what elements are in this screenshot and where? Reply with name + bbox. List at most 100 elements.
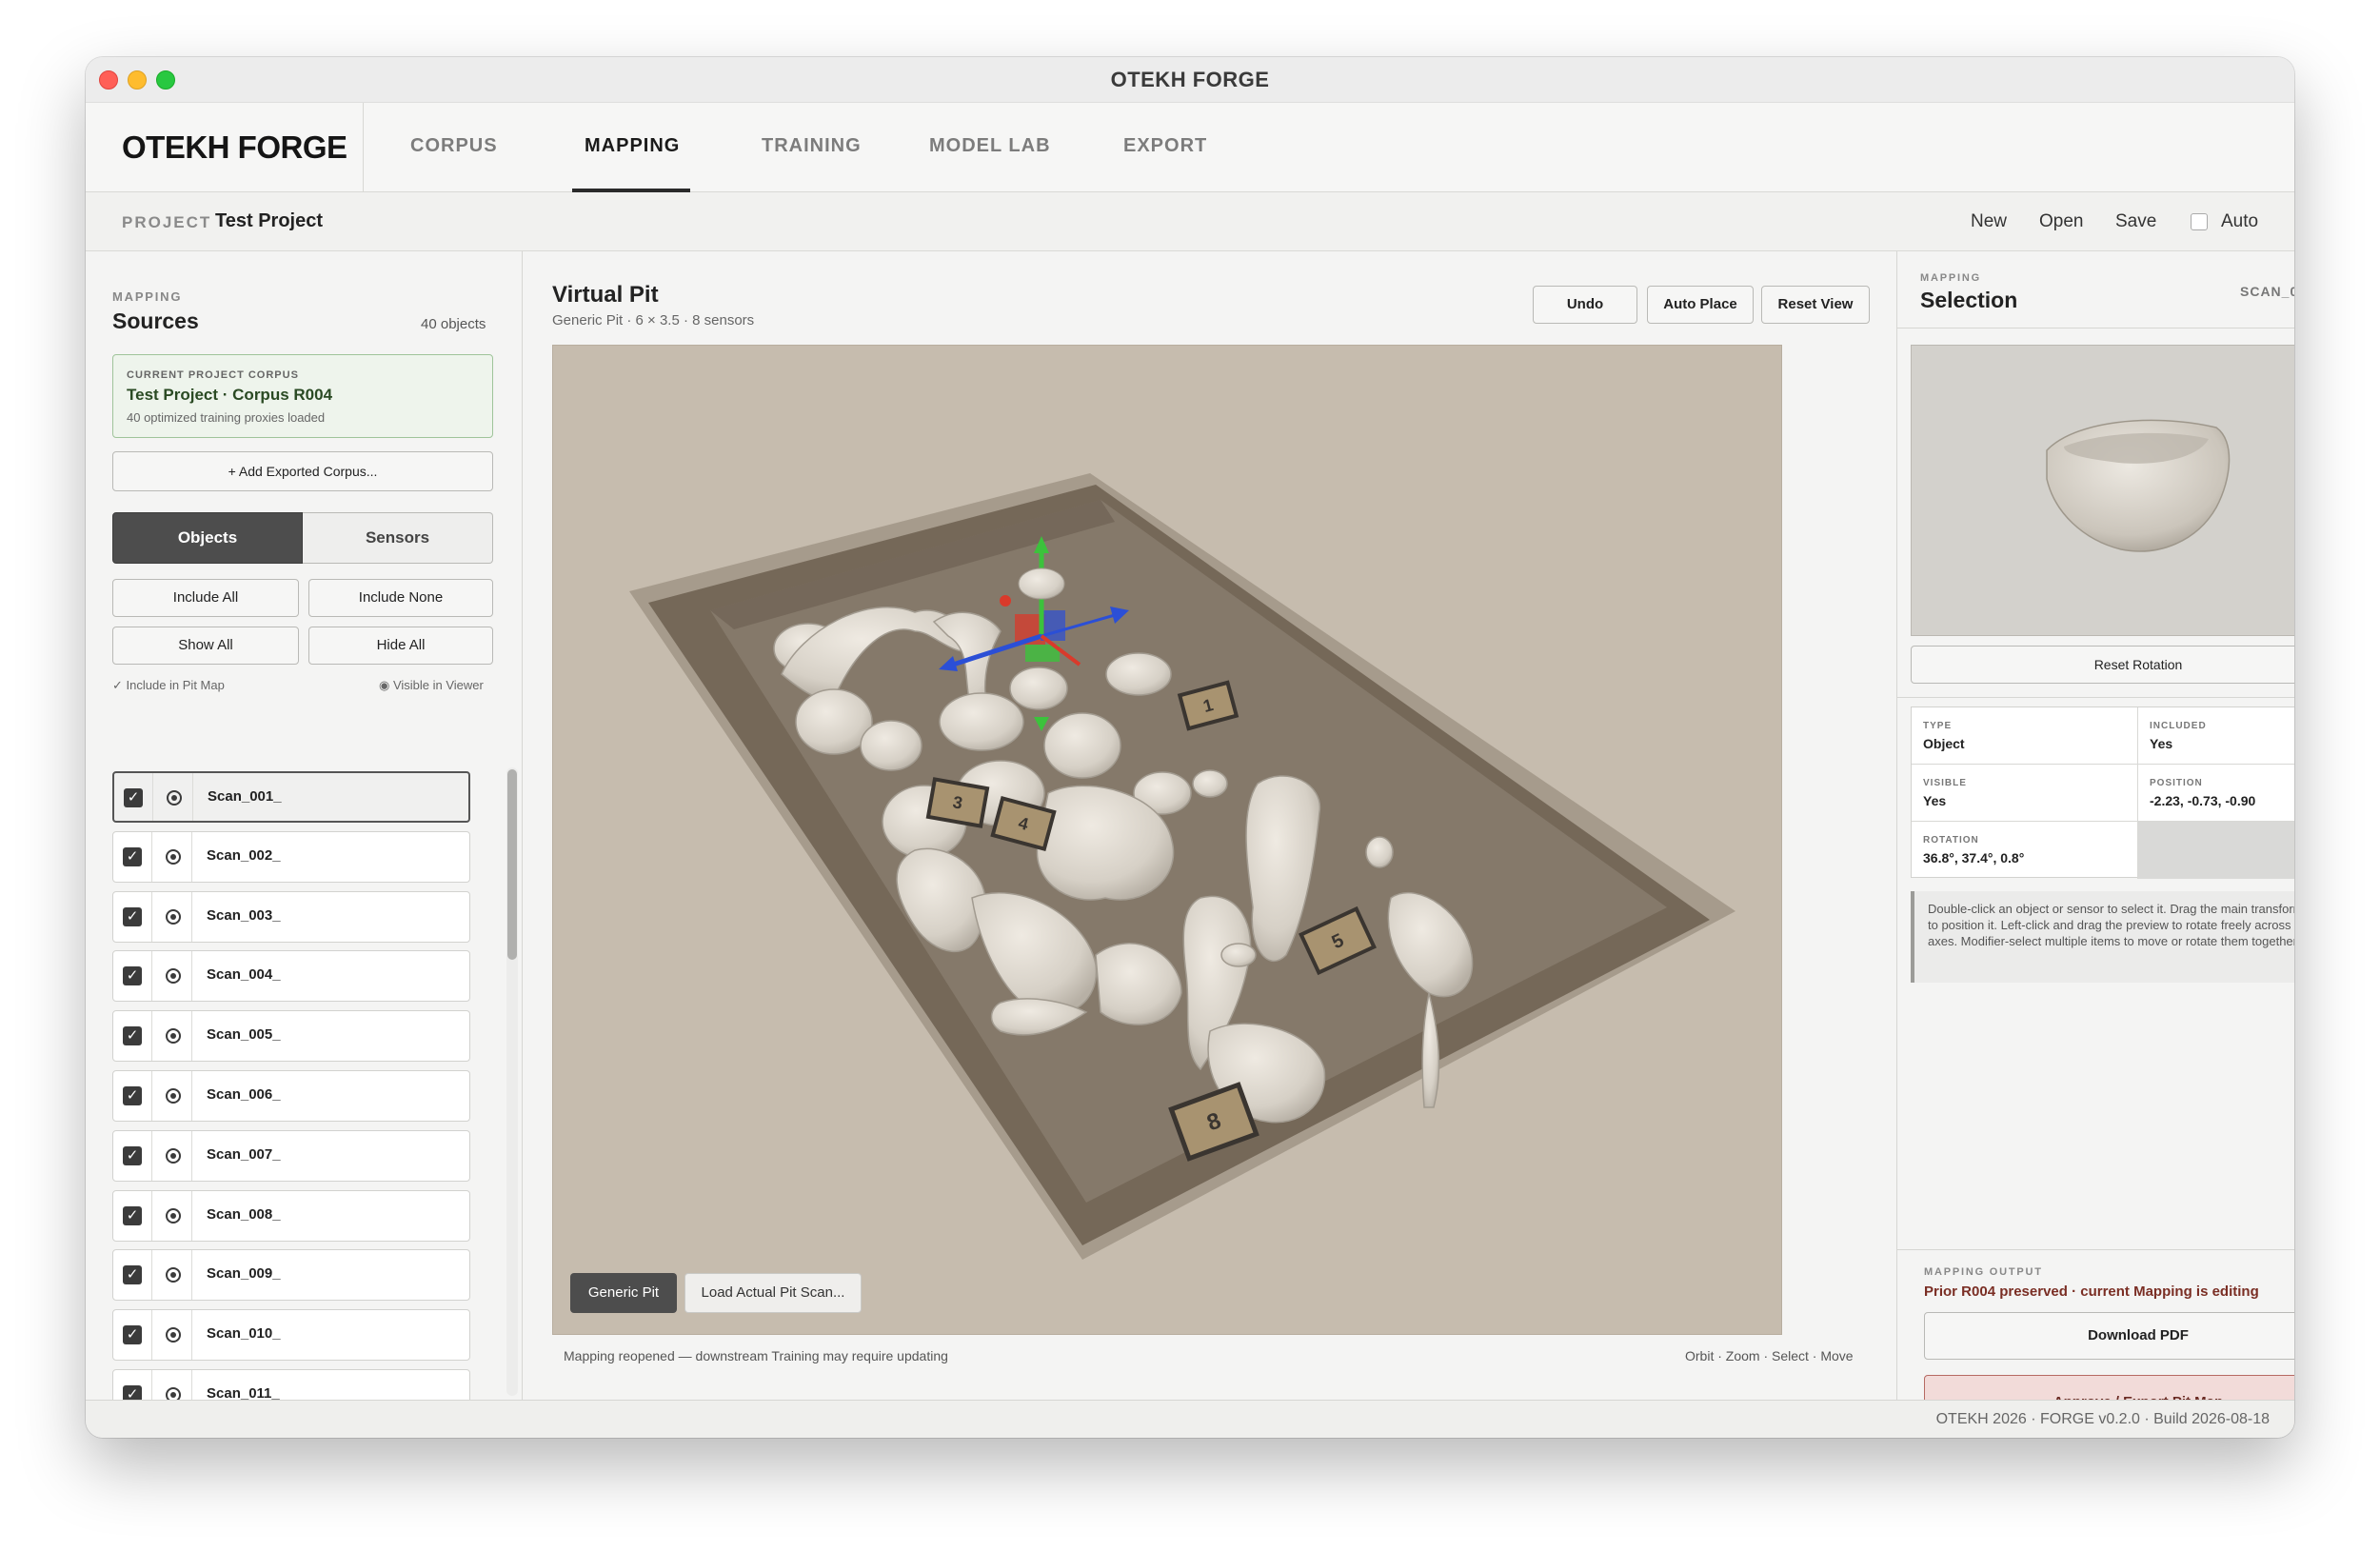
object-name: Scan_004_ <box>207 966 281 984</box>
object-name: Scan_009_ <box>207 1265 281 1283</box>
visibility-radio-icon[interactable] <box>166 1147 181 1164</box>
include-checkbox[interactable]: ✓ <box>124 788 143 807</box>
visibility-radio-icon[interactable] <box>167 790 182 806</box>
prop-visible-value: Yes <box>1923 793 1947 808</box>
row-divider <box>191 951 192 1002</box>
include-checkbox[interactable]: ✓ <box>123 846 142 866</box>
object-row[interactable]: ✓ Scan_011_ <box>112 1369 470 1400</box>
row-divider <box>151 1071 152 1121</box>
build-info: OTEKH 2026 · FORGE v0.2.0 · Build 2026-0… <box>1935 1411 2270 1427</box>
viewer-title: Virtual Pit <box>552 282 659 308</box>
prop-empty-cell <box>2138 822 2294 879</box>
download-pdf-button[interactable]: Download PDF <box>1924 1312 2294 1360</box>
main-nav: OTEKH FORGE CORPUS MAPPING TRAINING MODE… <box>86 103 2294 192</box>
include-checkbox[interactable]: ✓ <box>123 1145 142 1165</box>
row-divider <box>191 1071 192 1121</box>
prop-type: TYPE Object <box>1912 707 2138 765</box>
brand-logo: OTEKH FORGE <box>122 129 347 165</box>
object-row[interactable]: ✓ Scan_002_ <box>112 830 470 883</box>
segment-sensors[interactable]: Sensors <box>303 512 493 564</box>
auto-place-button[interactable]: Auto Place <box>1647 286 1754 324</box>
object-row[interactable]: ✓ Scan_008_ <box>112 1189 470 1242</box>
selection-title: Selection <box>1920 288 2018 312</box>
selection-properties: TYPE Object INCLUDED Yes VISIBLE Yes POS… <box>1911 706 2294 879</box>
object-row[interactable]: ✓ Scan_009_ <box>112 1249 470 1302</box>
object-row[interactable]: ✓ Scan_006_ <box>112 1070 470 1122</box>
generic-pit-button[interactable]: Generic Pit <box>570 1273 677 1313</box>
selection-id: SCAN_001_ <box>2240 284 2294 299</box>
row-divider <box>152 773 153 821</box>
include-checkbox[interactable]: ✓ <box>123 1325 142 1345</box>
include-all-button[interactable]: Include All <box>112 579 299 617</box>
row-divider <box>151 1130 152 1181</box>
current-corpus-card: CURRENT PROJECT CORPUS Test Project · Co… <box>112 354 493 438</box>
object-row[interactable]: ✓ Scan_007_ <box>112 1129 470 1182</box>
visibility-radio-icon[interactable] <box>166 1028 181 1045</box>
visibility-radio-icon[interactable] <box>166 1267 181 1283</box>
row-divider <box>151 1250 152 1301</box>
selection-panel: MAPPING Selection SCAN_001_ Reset Rotati… <box>1896 251 2294 1430</box>
visibility-radio-icon[interactable] <box>166 1207 181 1224</box>
object-row[interactable]: ✓ Scan_003_ <box>112 890 470 943</box>
object-name: Scan_002_ <box>207 846 281 864</box>
project-bar: PROJECT Test Project New Open Save Auto <box>86 192 2294 251</box>
object-list-scroll-thumb[interactable] <box>507 769 517 960</box>
include-checkbox[interactable]: ✓ <box>123 1385 142 1400</box>
object-name: Scan_006_ <box>207 1086 281 1103</box>
tab-export[interactable]: EXPORT <box>1123 135 1207 157</box>
add-exported-corpus-button[interactable]: + Add Exported Corpus... <box>112 451 493 491</box>
prop-visible: VISIBLE Yes <box>1912 765 2138 822</box>
include-checkbox[interactable]: ✓ <box>123 1086 142 1105</box>
row-divider <box>151 1370 152 1400</box>
save-project-button[interactable]: Save <box>2115 211 2156 232</box>
preview-mesh[interactable] <box>1912 346 2294 635</box>
row-divider <box>151 1011 152 1062</box>
object-preview[interactable] <box>1911 345 2294 636</box>
prop-type-label: TYPE <box>1923 721 1953 731</box>
include-checkbox[interactable]: ✓ <box>123 1265 142 1285</box>
title-bar: OTEKH FORGE <box>86 57 2294 103</box>
prop-included-value: Yes <box>2150 736 2173 751</box>
divider <box>1897 697 2294 698</box>
app-window: OTEKH FORGE OTEKH FORGE CORPUS MAPPING T… <box>86 57 2294 1438</box>
object-row[interactable]: ✓ Scan_001_ <box>112 771 470 823</box>
visibility-radio-icon[interactable] <box>166 848 181 865</box>
tab-mapping[interactable]: MAPPING <box>585 135 680 157</box>
row-divider <box>191 831 192 882</box>
row-divider <box>151 1190 152 1241</box>
row-divider <box>151 891 152 942</box>
pit-scene[interactable]: 1 3 4 5 8 <box>553 346 1782 1335</box>
show-all-button[interactable]: Show All <box>112 627 299 665</box>
tab-training[interactable]: TRAINING <box>762 135 862 157</box>
3d-viewport[interactable]: 1 3 4 5 8 Generic Pit Load Actual Pit Sc… <box>552 345 1782 1335</box>
row-divider <box>151 951 152 1002</box>
include-checkbox[interactable]: ✓ <box>123 906 142 926</box>
load-pit-scan-button[interactable]: Load Actual Pit Scan... <box>684 1273 862 1313</box>
hide-all-button[interactable]: Hide All <box>308 627 493 665</box>
autosave-checkbox[interactable] <box>2191 213 2208 230</box>
viewer-subtitle: Generic Pit · 6 × 3.5 · 8 sensors <box>552 312 755 328</box>
sources-title: Sources <box>112 308 199 333</box>
visibility-radio-icon[interactable] <box>166 968 181 985</box>
segment-objects[interactable]: Objects <box>112 512 303 564</box>
new-project-button[interactable]: New <box>1971 211 2007 232</box>
object-row[interactable]: ✓ Scan_004_ <box>112 950 470 1003</box>
include-checkbox[interactable]: ✓ <box>123 1205 142 1225</box>
include-none-button[interactable]: Include None <box>308 579 493 617</box>
visibility-radio-icon[interactable] <box>166 908 181 925</box>
visibility-radio-icon[interactable] <box>166 1387 181 1400</box>
include-checkbox[interactable]: ✓ <box>123 966 142 986</box>
reset-view-button[interactable]: Reset View <box>1761 286 1870 324</box>
visibility-radio-icon[interactable] <box>166 1327 181 1343</box>
tab-model-lab[interactable]: MODEL LAB <box>929 135 1051 157</box>
object-row[interactable]: ✓ Scan_005_ <box>112 1010 470 1063</box>
object-row[interactable]: ✓ Scan_010_ <box>112 1309 470 1362</box>
open-project-button[interactable]: Open <box>2039 211 2083 232</box>
include-checkbox[interactable]: ✓ <box>123 1026 142 1046</box>
tab-corpus[interactable]: CORPUS <box>410 135 498 157</box>
reset-rotation-button[interactable]: Reset Rotation <box>1911 646 2294 684</box>
undo-button[interactable]: Undo <box>1533 286 1637 324</box>
visibility-radio-icon[interactable] <box>166 1088 181 1104</box>
sources-count: 40 objects <box>421 316 486 332</box>
row-divider <box>191 1130 192 1181</box>
